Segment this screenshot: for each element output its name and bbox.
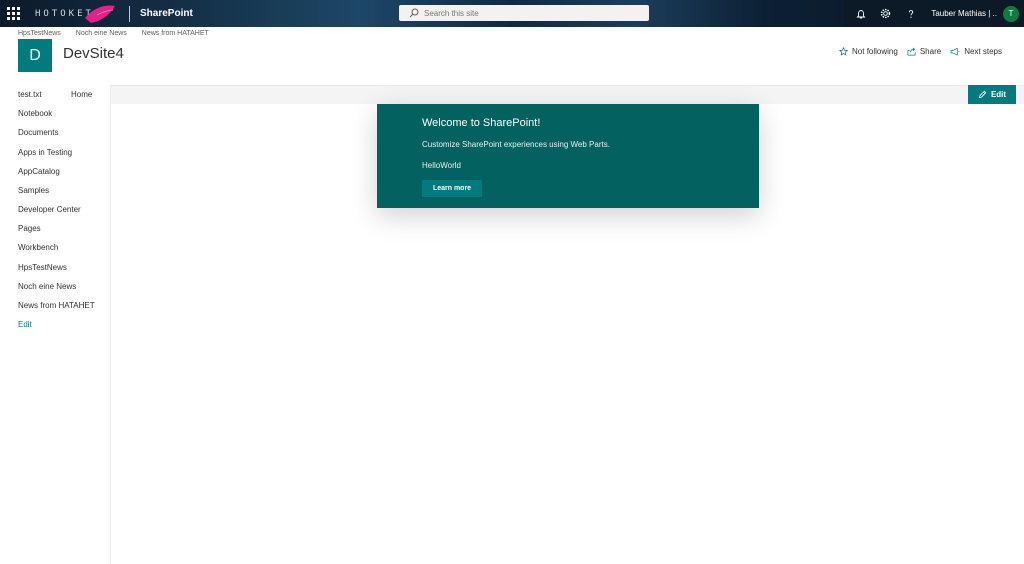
nav-item-noch-eine-news[interactable]: Noch eine News <box>18 282 76 291</box>
hub-navigation: HpsTestNews Noch eine News News from HAT… <box>18 30 224 37</box>
nav-item-hpstestnews[interactable]: HpsTestNews <box>18 263 67 272</box>
hello-world-webpart: Welcome to SharePoint! Customize SharePo… <box>377 104 759 208</box>
gear-icon <box>881 8 891 19</box>
megaphone-icon <box>950 47 960 56</box>
site-title[interactable]: DevSite4 <box>63 45 124 62</box>
webpart-title: Welcome to SharePoint! <box>422 117 541 129</box>
nav-item-workbench[interactable]: Workbench <box>18 243 58 252</box>
hub-link-noch-eine-news[interactable]: Noch eine News <box>76 30 127 37</box>
app-launcher-button[interactable] <box>0 0 27 27</box>
search-input[interactable] <box>424 8 644 18</box>
pencil-icon <box>978 90 987 99</box>
follow-label: Not following <box>852 47 898 56</box>
company-logo[interactable]: HOTOKET <box>33 4 117 24</box>
webpart-description: Customize SharePoint experiences using W… <box>422 140 610 149</box>
share-icon <box>907 47 916 56</box>
command-bar: Edit <box>111 85 1024 104</box>
site-logo[interactable]: D <box>18 39 52 72</box>
nav-item-pages[interactable]: Pages <box>18 224 41 233</box>
star-icon <box>839 47 849 56</box>
learn-more-button[interactable]: Learn more <box>422 180 482 197</box>
app-name-link[interactable]: SharePoint <box>140 8 193 19</box>
suite-bar: HOTOKET SharePoint Search this site Taub… <box>0 0 1024 27</box>
nav-item-appcatalog[interactable]: AppCatalog <box>18 167 60 176</box>
share-label: Share <box>919 47 942 56</box>
nav-item-documents[interactable]: Documents <box>18 128 58 137</box>
question-mark-icon <box>908 9 913 18</box>
site-actions: Not following Share Next steps <box>830 47 1002 56</box>
nav-item-notebook[interactable]: Notebook <box>18 109 52 118</box>
nav-item-test-txt[interactable]: test.txt <box>18 90 42 99</box>
hub-link-news-from-hatahet[interactable]: News from HATAHET <box>142 30 209 37</box>
follow-button[interactable]: Not following <box>839 47 898 56</box>
next-steps-button[interactable]: Next steps <box>950 47 1002 56</box>
nav-item-home[interactable]: Home <box>71 90 92 99</box>
waffle-icon <box>7 7 20 20</box>
bell-icon <box>856 9 866 19</box>
edit-page-label: Edit <box>990 90 1007 99</box>
nav-item-developer-center[interactable]: Developer Center <box>18 205 81 214</box>
next-steps-label: Next steps <box>964 47 1002 56</box>
webpart-property-text: HelloWorld <box>422 161 461 170</box>
help-button[interactable] <box>898 0 923 27</box>
search-icon <box>409 8 419 18</box>
suite-divider <box>129 5 130 22</box>
user-avatar[interactable]: T <box>1003 5 1019 22</box>
nav-item-samples[interactable]: Samples <box>18 186 49 195</box>
edit-page-button[interactable]: Edit <box>968 85 1016 104</box>
notifications-button[interactable] <box>848 0 873 27</box>
settings-button[interactable] <box>873 0 898 27</box>
hub-link-hpstestnews[interactable]: HpsTestNews <box>18 30 61 37</box>
nav-item-apps-in-testing[interactable]: Apps in Testing <box>18 148 72 157</box>
logo-swoosh-icon <box>85 5 115 23</box>
nav-item-news-from-hatahet[interactable]: News from HATAHET <box>18 301 95 310</box>
nav-edit-link[interactable]: Edit <box>18 320 32 329</box>
share-button[interactable]: Share <box>907 47 941 56</box>
user-name[interactable]: Tauber Mathias | .. <box>931 9 997 18</box>
search-box[interactable] <box>399 5 649 21</box>
suite-right-controls: Tauber Mathias | .. T <box>844 0 1024 27</box>
